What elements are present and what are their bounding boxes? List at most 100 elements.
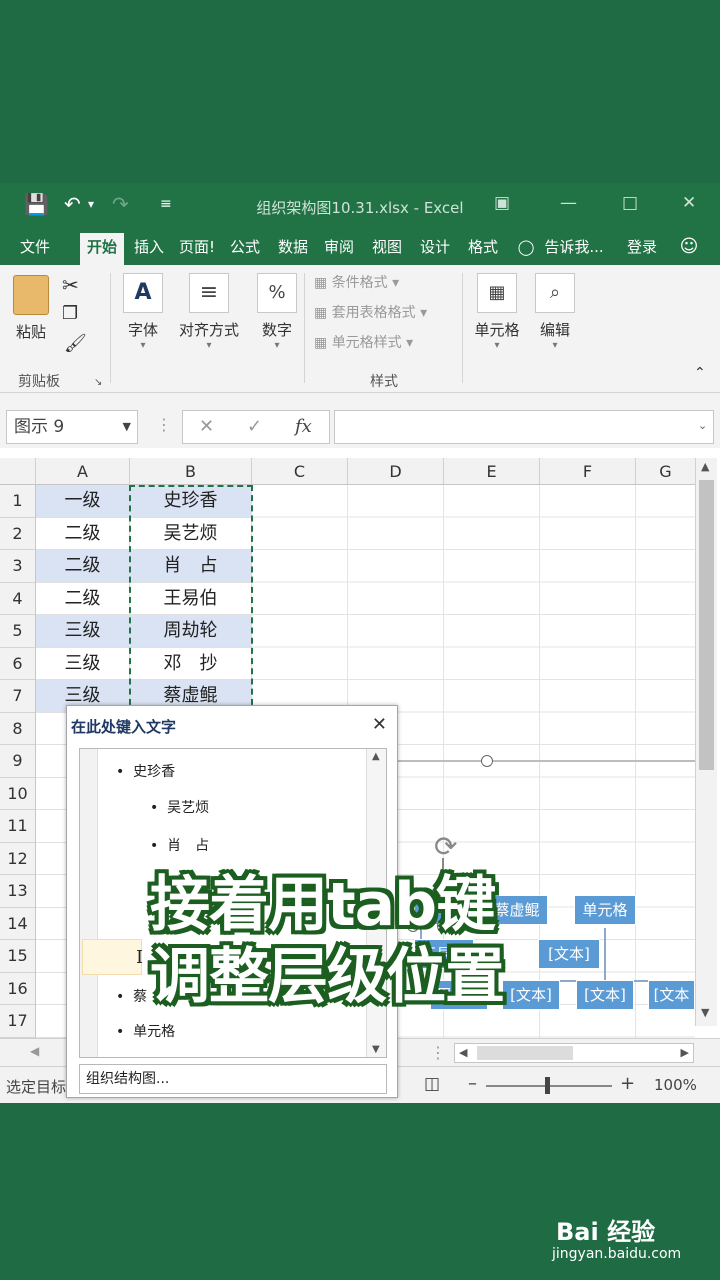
row-header[interactable]: 11 — [0, 810, 36, 843]
tell-me-box[interactable]: 告诉我... — [540, 233, 608, 265]
text-cursor-line[interactable] — [82, 939, 142, 975]
cell-a[interactable]: 一级 — [36, 485, 130, 518]
row-header[interactable]: 10 — [0, 777, 36, 810]
org-chart-link[interactable]: 组织结构图... — [79, 1064, 387, 1094]
font-button[interactable]: A 字体 ▾ — [120, 273, 166, 351]
chevron-down-icon[interactable]: ▼ — [123, 411, 131, 443]
table-format-button[interactable]: ▦ 套用表格格式 ▾ — [314, 301, 427, 325]
zoom-level[interactable]: 100% — [654, 1076, 697, 1094]
smartart-node[interactable]: [文本 — [648, 980, 695, 1010]
col-header-f[interactable]: F — [540, 458, 636, 485]
splitter-icon[interactable]: ⋮ — [430, 1043, 446, 1062]
scroll-right-icon[interactable]: ▶ — [681, 1046, 689, 1059]
confirm-icon[interactable]: ✓ — [247, 411, 262, 443]
tab-review[interactable]: 审阅 — [318, 233, 360, 265]
row-header[interactable]: 12 — [0, 842, 36, 875]
tab-page-layout[interactable]: 页面! — [174, 233, 220, 265]
close-icon[interactable]: ✕ — [372, 714, 387, 735]
cell-a[interactable]: 三级 — [36, 615, 130, 648]
share-icon[interactable]: ☺ — [674, 233, 704, 265]
row-header[interactable]: 1 — [0, 485, 36, 518]
select-all-corner[interactable] — [0, 458, 36, 485]
row-header[interactable]: 3 — [0, 550, 36, 583]
page-layout-icon[interactable]: ◫ — [424, 1074, 440, 1094]
minimize-icon[interactable]: — — [560, 193, 577, 213]
col-header-e[interactable]: E — [444, 458, 540, 485]
name-box[interactable]: 图示 9 ▼ — [6, 410, 138, 444]
align-button[interactable]: ≡ 对齐方式 ▾ — [172, 273, 246, 351]
row-header[interactable]: 9 — [0, 745, 36, 778]
col-header-b[interactable]: B — [130, 458, 252, 485]
list-item[interactable]: • 史珍香 — [116, 761, 175, 781]
row-header[interactable]: 8 — [0, 712, 36, 745]
tab-insert[interactable]: 插入 — [128, 233, 170, 265]
tab-format[interactable]: 格式 — [462, 233, 504, 265]
row-header[interactable]: 2 — [0, 517, 36, 550]
tab-design[interactable]: 设计 — [414, 233, 456, 265]
row-header[interactable]: 17 — [0, 1005, 36, 1038]
horizontal-scrollbar[interactable]: ◀ ▶ — [454, 1043, 694, 1063]
expand-formula-icon[interactable]: ⌄ — [698, 419, 707, 432]
cut-icon[interactable]: ✂ — [62, 273, 79, 297]
tab-home[interactable]: 开始 — [80, 233, 124, 265]
cells-button[interactable]: ▦ 单元格 ▾ — [470, 273, 524, 351]
scroll-left-icon[interactable]: ◀ — [459, 1046, 467, 1059]
scroll-up-icon[interactable]: ▲ — [701, 460, 709, 473]
zoom-in-icon[interactable]: + — [620, 1073, 635, 1094]
list-item[interactable]: • 肖 占 — [150, 835, 209, 855]
cell-a[interactable]: 三级 — [36, 647, 130, 680]
zoom-out-icon[interactable]: – — [468, 1073, 477, 1094]
row-header[interactable]: 13 — [0, 875, 36, 908]
row-header[interactable]: 7 — [0, 680, 36, 713]
close-icon[interactable]: ✕ — [682, 193, 696, 213]
scroll-thumb[interactable] — [699, 480, 714, 770]
col-header-g[interactable]: G — [636, 458, 696, 485]
smartart-node[interactable]: [文本] — [502, 980, 560, 1010]
insert-function-icon[interactable]: fx — [295, 411, 312, 443]
scroll-thumb[interactable] — [477, 1046, 573, 1060]
row-header[interactable]: 4 — [0, 582, 36, 615]
cancel-icon[interactable]: ✕ — [199, 411, 214, 443]
cell-style-button[interactable]: ▦ 单元格样式 ▾ — [314, 331, 413, 355]
sheet-prev-icon[interactable]: ◀ — [30, 1044, 39, 1058]
tab-formulas[interactable]: 公式 — [224, 233, 266, 265]
smartart-node[interactable]: [文本] — [576, 980, 634, 1010]
col-header-d[interactable]: D — [348, 458, 444, 485]
formula-input[interactable] — [334, 410, 714, 444]
scroll-down-icon[interactable]: ▼ — [701, 1006, 709, 1019]
format-painter-icon[interactable]: 🖌 — [64, 333, 87, 354]
paste-button[interactable]: 粘贴 — [8, 275, 54, 342]
cell-a[interactable]: 二级 — [36, 582, 130, 615]
smartart-node[interactable]: [文本] — [538, 939, 600, 969]
tab-file[interactable]: 文件 — [8, 233, 62, 265]
tab-view[interactable]: 视图 — [366, 233, 408, 265]
row-header[interactable]: 15 — [0, 940, 36, 973]
col-header-a[interactable]: A — [36, 458, 130, 485]
cell-a[interactable]: 二级 — [36, 550, 130, 583]
smartart-node[interactable]: 蔡虚鲲 — [486, 895, 548, 925]
ribbon-display-icon[interactable]: ▣ — [494, 193, 510, 213]
edit-button[interactable]: ⌕ 编辑 ▾ — [532, 273, 578, 351]
zoom-thumb[interactable] — [545, 1077, 550, 1094]
copy-icon[interactable]: ❐ — [62, 303, 78, 324]
vertical-scrollbar[interactable]: ▲ ▼ — [695, 458, 717, 1026]
col-header-c[interactable]: C — [252, 458, 348, 485]
resize-handle[interactable] — [481, 755, 493, 767]
row-header[interactable]: 16 — [0, 972, 36, 1005]
cond-format-button[interactable]: ▦ 条件格式 ▾ — [314, 271, 399, 295]
list-item[interactable]: • 单元格 — [116, 1021, 175, 1041]
list-item[interactable]: • 吴艺烦 — [150, 797, 209, 817]
row-header[interactable]: 5 — [0, 615, 36, 648]
list-item[interactable]: • 蔡 — [116, 986, 147, 1006]
cell-a[interactable]: 二级 — [36, 517, 130, 550]
maximize-icon[interactable]: □ — [622, 193, 638, 213]
scroll-down-icon[interactable]: ▼ — [372, 1044, 380, 1055]
tab-data[interactable]: 数据 — [272, 233, 314, 265]
smartart-node[interactable]: 单元格 — [574, 895, 636, 925]
row-header[interactable]: 6 — [0, 647, 36, 680]
sign-in-link[interactable]: 登录 — [618, 233, 666, 265]
dialog-launcher-icon[interactable]: ↘ — [94, 377, 102, 388]
collapse-ribbon-icon[interactable]: ⌃ — [694, 365, 706, 381]
row-header[interactable]: 14 — [0, 907, 36, 940]
scroll-up-icon[interactable]: ▲ — [372, 751, 380, 762]
